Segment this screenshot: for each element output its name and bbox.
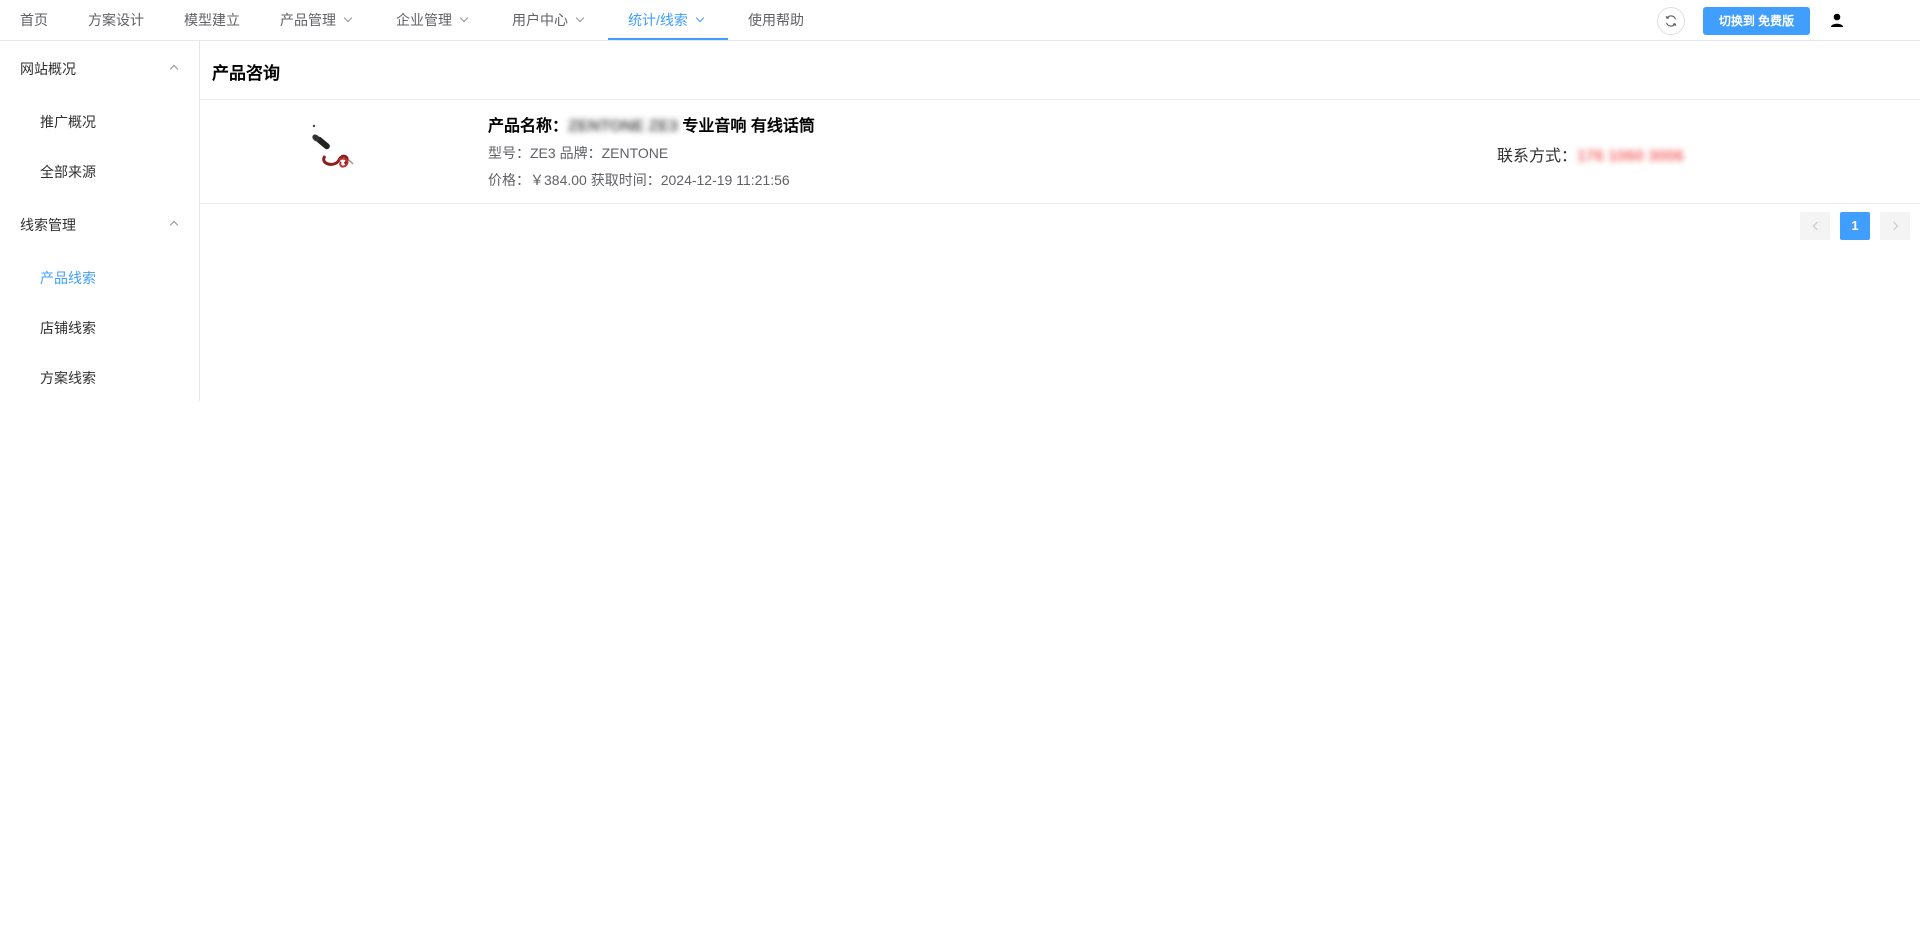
pagination-page-button[interactable]: 1 [1840, 212, 1870, 240]
nav-item-label: 产品管理 [280, 12, 336, 28]
top-navbar: 首页 方案设计 模型建立 产品管理 企业管理 用户中心 统计/线索 使用帮助 切… [0, 0, 1920, 41]
lead-model-brand: 型号：ZE3 品牌：ZENTONE [488, 143, 668, 163]
contact-label: 联系方式： [1497, 148, 1578, 165]
pagination-next-button[interactable] [1880, 212, 1910, 240]
chevron-right-icon [1889, 221, 1898, 231]
chevron-down-icon [459, 13, 469, 23]
sidebar: 网站概况 推广概况 全部来源 线索管理 产品线索 店铺线索 方案线索 [0, 41, 200, 401]
sidebar-item-label: 方案线索 [40, 370, 96, 386]
user-icon[interactable] [1829, 12, 1845, 28]
nav-item-user-center[interactable]: 用户中心 [512, 0, 585, 40]
price-value: ￥384.00 [530, 172, 587, 188]
nav-item-home[interactable]: 首页 [20, 0, 48, 40]
sidebar-item-shop-leads[interactable]: 店铺线索 [0, 303, 199, 353]
sidebar-item-label: 产品线索 [40, 270, 96, 286]
nav-item-label: 统计/线索 [628, 12, 688, 28]
lead-price-time: 价格：￥384.00 获取时间：2024-12-19 11:21:56 [488, 170, 790, 190]
switch-free-version-button[interactable]: 切换到 免费版 [1703, 7, 1810, 35]
active-nav-indicator [608, 38, 728, 40]
nav-item-label: 模型建立 [184, 12, 240, 28]
nav-item-enterprise-management[interactable]: 企业管理 [396, 0, 469, 40]
brand-value: ZENTONE [601, 145, 669, 161]
time-value: 2024-12-19 11:21:56 [660, 172, 790, 188]
nav-item-label: 用户中心 [512, 12, 568, 28]
nav-item-help[interactable]: 使用帮助 [748, 0, 804, 40]
sidebar-group-label: 线索管理 [20, 217, 76, 233]
lead-list-item: 产品名称：ZENTONE ZE3 专业音响 有线话筒 型号：ZE3 品牌：ZEN… [200, 100, 1920, 204]
chevron-up-icon [169, 64, 179, 74]
sidebar-item-promotion-overview[interactable]: 推广概况 [0, 97, 199, 147]
chevron-down-icon [343, 13, 353, 23]
nav-item-product-management[interactable]: 产品管理 [280, 0, 353, 40]
time-label: 获取时间： [586, 172, 661, 188]
sidebar-group-label: 网站概况 [20, 61, 76, 77]
sidebar-item-label: 推广概况 [40, 114, 96, 130]
nav-item-label: 方案设计 [88, 12, 144, 28]
nav-item-solution-design[interactable]: 方案设计 [88, 0, 144, 40]
sidebar-item-product-leads[interactable]: 产品线索 [0, 253, 199, 303]
price-label: 价格： [488, 172, 530, 188]
sidebar-item-solution-leads[interactable]: 方案线索 [0, 353, 199, 403]
product-name-label: 产品名称： [488, 118, 569, 135]
refresh-button[interactable] [1657, 7, 1685, 35]
nav-item-model-build[interactable]: 模型建立 [184, 0, 240, 40]
sidebar-group-lead-management[interactable]: 线索管理 [0, 197, 199, 253]
chevron-up-icon [169, 220, 179, 230]
lead-contact: 联系方式：176 1060 3006 [1497, 142, 1684, 166]
product-name-text: 专业音响 有线话筒 [677, 118, 815, 135]
chevron-down-icon [695, 13, 705, 23]
model-value: ZE3 [530, 145, 556, 161]
nav-item-label: 使用帮助 [748, 12, 804, 28]
sidebar-item-label: 全部来源 [40, 164, 96, 180]
nav-item-label: 首页 [20, 12, 48, 28]
sidebar-group-site-overview[interactable]: 网站概况 [0, 41, 199, 97]
nav-item-label: 企业管理 [396, 12, 452, 28]
lead-product-name: 产品名称：ZENTONE ZE3 专业音响 有线话筒 [488, 112, 815, 136]
refresh-icon [1665, 15, 1677, 27]
chevron-down-icon [575, 13, 585, 23]
chevron-left-icon [1812, 221, 1821, 231]
pagination-prev-button[interactable] [1800, 212, 1830, 240]
page-title: 产品咨询 [212, 64, 280, 83]
microphone-cable-icon [312, 124, 354, 168]
product-name-blurred: ZENTONE ZE3 [568, 118, 678, 135]
model-label: 型号： [488, 145, 530, 161]
brand-label: 品牌： [555, 145, 602, 161]
sidebar-item-label: 店铺线索 [40, 320, 96, 336]
sidebar-item-all-sources[interactable]: 全部来源 [0, 147, 199, 197]
contact-phone[interactable]: 176 1060 3006 [1577, 148, 1684, 165]
nav-item-stats-leads[interactable]: 统计/线索 [628, 0, 705, 40]
